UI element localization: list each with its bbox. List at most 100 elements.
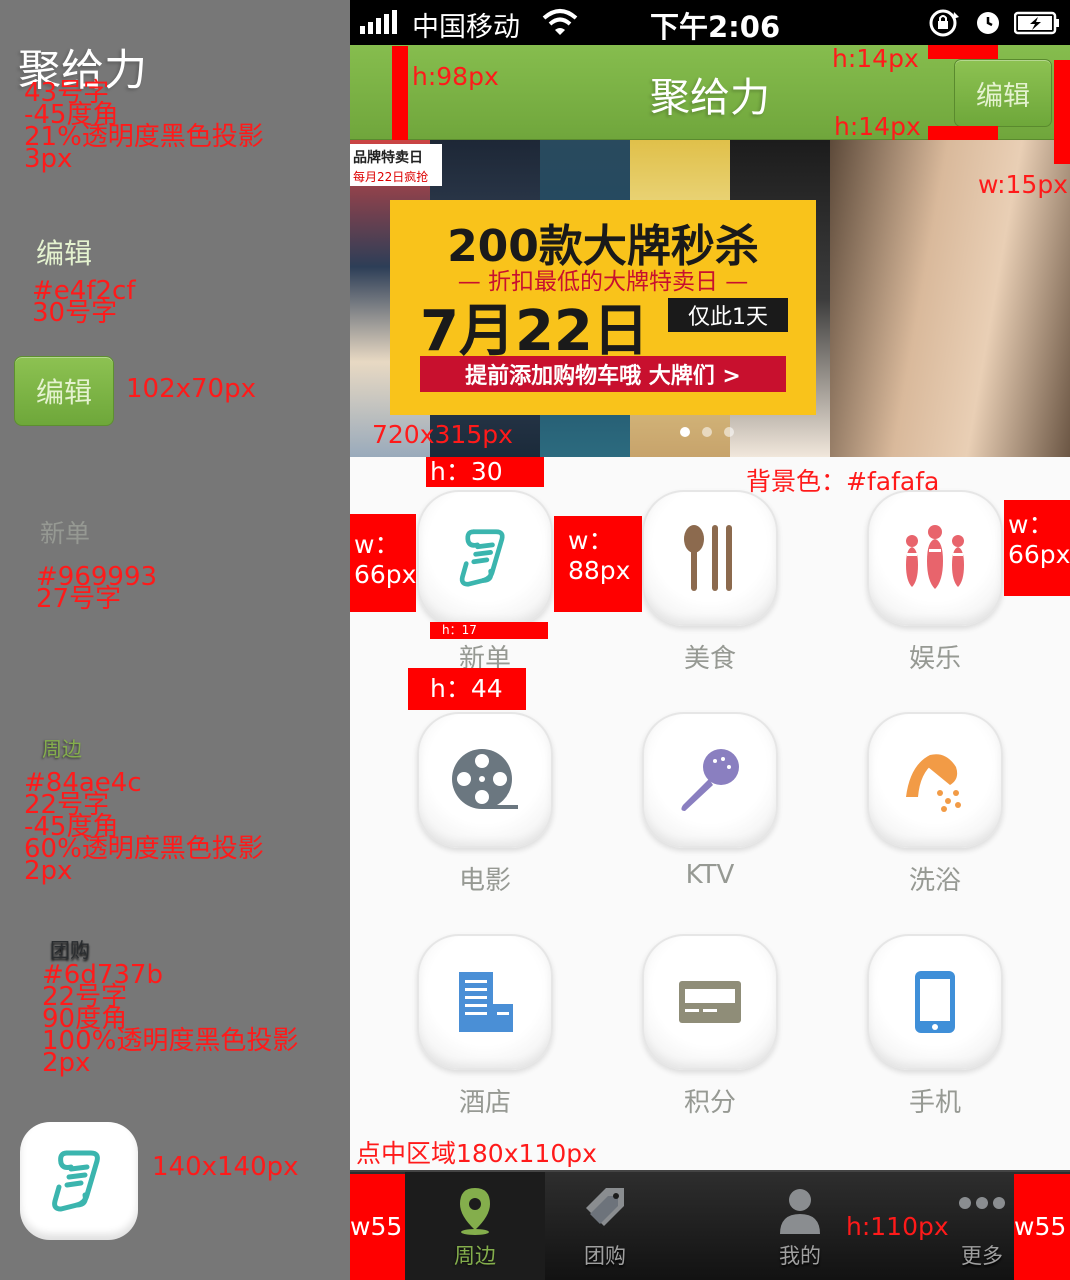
- spoon-chopsticks-icon: [684, 525, 732, 591]
- annot-right-margin: w:15px: [978, 170, 1068, 199]
- spec-edit-button-size: 102x70px: [126, 374, 256, 404]
- annot-label-gap: h：17: [430, 622, 548, 639]
- grid-item-yule[interactable]: 娱乐: [845, 490, 1025, 690]
- grid-label: 积分: [683, 1088, 736, 1118]
- grid-item-dianying[interactable]: 电影: [395, 712, 575, 912]
- annot-col-gap: w： 88px: [554, 516, 642, 612]
- microphone-icon: [681, 749, 739, 811]
- spec-xindan-sample: 新单: [40, 519, 91, 548]
- banner-only-day: 仅此1天: [668, 298, 788, 332]
- clock-time: 下午2:06: [650, 10, 781, 44]
- tag-icon: [535, 1186, 675, 1236]
- tab-bar: 周边 团购 我的 更多: [350, 1170, 1070, 1280]
- new-order-scroll-icon: [52, 1150, 100, 1212]
- tab-zhoubian[interactable]: 周边: [405, 1172, 545, 1280]
- tab-label: 团购: [584, 1244, 626, 1268]
- annot-tab-height: h:110px: [846, 1212, 949, 1241]
- annot-col-gap-label: w：: [568, 526, 614, 555]
- grid-icon-box: [642, 712, 778, 848]
- mobile-phone-icon: [915, 971, 955, 1033]
- annot-hit-area: 点中区域180x110px: [356, 1139, 597, 1168]
- annot-nav-height: h:98px: [412, 62, 499, 91]
- spec-panel: 聚给力 43号字 -45度角 21%透明度黑色投影 3px 编辑 #e4f2cf…: [0, 0, 350, 1280]
- page-dot[interactable]: [702, 427, 712, 437]
- annot-tab-left: w55: [350, 1174, 405, 1280]
- spec-edit-text-sample: 编辑: [36, 237, 93, 270]
- grid-label: 娱乐: [908, 644, 961, 674]
- points-card-icon: [679, 981, 741, 1023]
- edit-button[interactable]: 编辑: [954, 59, 1052, 127]
- grid-item-xiyu[interactable]: 洗浴: [845, 712, 1025, 912]
- grid-label: 电影: [458, 866, 511, 896]
- annot-top-pad-bar: [928, 45, 998, 59]
- grid-label: 手机: [908, 1088, 961, 1118]
- grid-icon-box: [867, 712, 1003, 848]
- status-bar: 中国移动 下午2:06: [350, 0, 1070, 45]
- spec-xindan-notes: #969993 27号字: [36, 562, 158, 614]
- annot-row-gap: h：44: [408, 668, 526, 710]
- page-dot[interactable]: [724, 427, 734, 437]
- annot-icon-top-gap: h：30: [426, 457, 544, 487]
- banner-tag: 品牌特卖日 每月22日疯抢: [350, 144, 442, 186]
- signal-icon: [360, 10, 397, 34]
- annot-tab-right: w55: [1014, 1174, 1070, 1280]
- tab-label: 我的: [779, 1244, 821, 1268]
- new-order-scroll-icon: [459, 529, 505, 587]
- annot-left-margin-value: 66px: [354, 560, 417, 589]
- grid-icon-box: [417, 490, 553, 626]
- grid-icon-box: [417, 712, 553, 848]
- annot-top-pad: h:14px: [832, 44, 919, 73]
- annot-right-margin-grid: w： 66px: [1004, 500, 1070, 596]
- wifi-icon: [542, 8, 578, 43]
- grid-item-shouji[interactable]: 手机: [845, 934, 1025, 1134]
- annot-left-margin: w： 66px: [350, 514, 416, 612]
- annot-bottom-pad-bar: [928, 126, 998, 140]
- location-pin-icon: [405, 1186, 545, 1236]
- alarm-icon: [976, 11, 1000, 42]
- annot-banner-size: 720x315px: [372, 420, 513, 449]
- banner-tag-line2: 每月22日疯抢: [353, 170, 429, 184]
- banner-sale-card: 200款大牌秒杀 — 折扣最低的大牌特卖日 — 7月22日 仅此1天 提前添加购…: [390, 200, 816, 415]
- banner-page-dots[interactable]: [680, 427, 734, 437]
- grid-icon-box: [642, 934, 778, 1070]
- grid-item-ktv[interactable]: KTV: [620, 712, 800, 912]
- annot-col-gap-value: 88px: [568, 556, 631, 585]
- shower-head-icon: [906, 754, 961, 812]
- annot-left-margin-label: w：: [354, 530, 400, 559]
- tab-tuangou[interactable]: 团购: [535, 1172, 675, 1280]
- promo-banner[interactable]: 品牌特卖日 每月22日疯抢 200款大牌秒杀 — 折扣最低的大牌特卖日 — 7月…: [350, 140, 1070, 457]
- spec-icon-sample: [20, 1122, 138, 1240]
- status-right-icons: [928, 8, 1060, 45]
- grid-icon-box: [642, 490, 778, 626]
- grid-icon-box: [867, 490, 1003, 626]
- banner-tag-line1: 品牌特卖日: [353, 150, 423, 166]
- grid-icon-box: [417, 934, 553, 1070]
- bowling-pins-icon: [906, 525, 964, 589]
- page-dot[interactable]: [680, 427, 690, 437]
- annot-right-margin-bar: [1054, 60, 1070, 164]
- grid-icon-box: [867, 934, 1003, 1070]
- rotation-lock-icon: [928, 8, 962, 45]
- spec-tuangou-sample: 团购: [50, 938, 90, 962]
- grid-label: 洗浴: [908, 866, 961, 896]
- spec-zhoubian-notes: #84ae4c 22号字 -45度角 60%透明度黑色投影 2px: [24, 768, 264, 886]
- spec-edit-button-sample: 编辑: [14, 356, 114, 426]
- phone-screen: 中国移动 下午2:06 聚给力 编辑 品牌特卖日 每月22日疯抢 200款大牌秒…: [350, 0, 1070, 1280]
- spec-tuangou-notes: #6d737b 22号字 90度角 100%透明度黑色投影 2px: [42, 960, 299, 1078]
- grid-item-meishi[interactable]: 美食: [620, 490, 800, 690]
- spec-edit-text-notes: #e4f2cf 30号字: [32, 276, 136, 328]
- grid-item-jifen[interactable]: 积分: [620, 934, 800, 1134]
- annot-nav-height-bar: [392, 46, 408, 140]
- battery-icon: [1013, 11, 1060, 42]
- grid-item-jiudian[interactable]: 酒店: [395, 934, 575, 1134]
- tab-label: 周边: [454, 1244, 496, 1268]
- banner-date: 7月22日: [420, 299, 649, 364]
- spec-zhoubian-sample: 周边: [42, 737, 82, 761]
- grid-label: 酒店: [458, 1088, 511, 1118]
- carrier-label: 中国移动: [412, 12, 520, 43]
- grid-label: KTV: [685, 860, 735, 890]
- annot-right-margin-grid-value: 66px: [1008, 540, 1070, 569]
- annot-bg-color: 背景色：#fafafa: [746, 467, 940, 496]
- spec-icon-size: 140x140px: [152, 1152, 299, 1182]
- grid-item-xindan[interactable]: 新单: [395, 490, 575, 690]
